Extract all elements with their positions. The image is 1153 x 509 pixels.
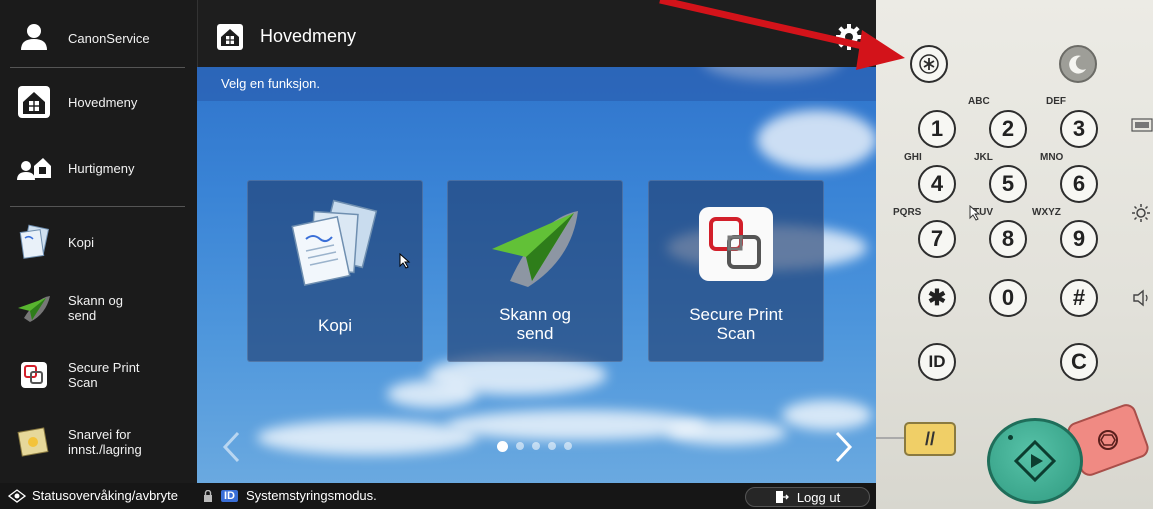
copy-icon (291, 199, 378, 287)
status-eye-icon (8, 488, 26, 503)
page-dot[interactable] (516, 442, 524, 450)
key-star[interactable]: ✱ (918, 279, 956, 317)
brightness-icon[interactable] (1131, 203, 1151, 223)
key-2[interactable]: 2 (989, 110, 1027, 148)
scan-send-icon (492, 211, 578, 287)
sidebar-item-secure-print-scan[interactable]: Secure Print Scan (0, 355, 197, 395)
key-5[interactable]: 5 (989, 165, 1027, 203)
shortcut-icon (17, 427, 49, 457)
key-sleep[interactable] (1059, 45, 1097, 83)
tile-label: Kopi (317, 316, 353, 335)
page-dot[interactable] (548, 442, 556, 450)
sidebar-item-hovedmeny[interactable]: Hovedmeny (0, 82, 197, 122)
sidebar-item-label: Kopi (68, 234, 95, 250)
home-icon (217, 24, 243, 50)
home-icon (18, 86, 50, 118)
key-3[interactable]: 3 (1060, 110, 1098, 148)
key-letters: MNO (1040, 152, 1064, 163)
instruction-bar: Velg en funksjon. (197, 67, 876, 101)
touch-screen: Hovedmeny Velg en funksjon. CanonService (0, 0, 876, 509)
key-0[interactable]: 0 (989, 279, 1027, 317)
key-letters: DEF (1046, 96, 1066, 107)
key-6[interactable]: 6 (1060, 165, 1098, 203)
key-9[interactable]: 9 (1060, 220, 1098, 258)
reset-button[interactable]: // (904, 422, 956, 456)
asterisk-circle-icon (919, 54, 939, 74)
logout-label: Logg ut (796, 489, 841, 505)
tile-label: Skann og send (499, 305, 571, 343)
counter-icon (1131, 118, 1153, 132)
tile-label: Secure Print Scan (689, 305, 783, 343)
quick-menu-icon (17, 158, 51, 180)
sidebar-item-skann-og-send[interactable]: Skann og send (0, 288, 197, 328)
sidebar-item-snarvei[interactable]: Snarvei for innst./lagring (0, 422, 197, 462)
copy-icon (19, 224, 50, 259)
tile-kopi[interactable]: Kopi (247, 180, 423, 362)
secure-print-icon (21, 362, 47, 388)
key-letters: JKL (974, 152, 993, 163)
volume-icon[interactable] (1133, 289, 1153, 307)
sidebar-item-label: Hurtigmeny (68, 160, 135, 176)
logout-button[interactable]: Logg ut (745, 487, 870, 507)
page-dot[interactable] (564, 442, 572, 450)
sidebar-item-label: CanonService (68, 30, 150, 46)
key-id[interactable]: ID (918, 343, 956, 381)
sidebar-item-kopi[interactable]: Kopi (0, 222, 197, 262)
header: Hovedmeny (197, 0, 876, 67)
sidebar: CanonService Hovedmeny Hurtigmeny Kopi S… (0, 0, 197, 483)
scan-send-icon (18, 296, 50, 322)
key-letters: WXYZ (1032, 207, 1061, 218)
sidebar-item-canonservice[interactable]: CanonService (0, 18, 197, 58)
sidebar-item-label: Secure Print Scan (68, 360, 140, 390)
sidebar-item-label: Skann og send (68, 293, 123, 323)
moon-icon (1069, 55, 1086, 74)
system-mode-indicator: ID Systemstyringsmodus. (203, 488, 377, 503)
page-title: Hovedmeny (260, 26, 357, 46)
mouse-cursor-icon (969, 205, 981, 221)
key-1[interactable]: 1 (918, 110, 956, 148)
mouse-cursor-icon (399, 253, 411, 269)
key-letters: PQRS (893, 207, 922, 218)
key-energy-saver[interactable] (910, 45, 948, 83)
start-button[interactable] (987, 418, 1083, 504)
previous-page-arrow[interactable] (220, 430, 244, 464)
next-page-arrow[interactable] (831, 430, 855, 464)
key-clear[interactable]: C (1060, 343, 1098, 381)
stop-icon (1098, 430, 1118, 450)
key-hash[interactable]: # (1060, 279, 1098, 317)
sidebar-item-label: Snarvei for innst./lagring (68, 427, 142, 457)
instruction-text: Velg en funksjon. (221, 76, 321, 91)
page-dot[interactable] (497, 441, 508, 452)
status-monitor-label: Statusovervåking/avbryte (32, 488, 178, 503)
page-dot[interactable] (532, 442, 540, 450)
key-4[interactable]: 4 (918, 165, 956, 203)
tile-secure-print-scan[interactable]: Secure Print Scan (648, 180, 824, 362)
lock-icon (204, 489, 212, 502)
key-7[interactable]: 7 (918, 220, 956, 258)
printer-control-panel: ABC DEF GHI JKL MNO PQRS TUV WXYZ 1 2 3 … (876, 0, 1153, 509)
status-monitor-button[interactable]: Statusovervåking/avbryte (8, 488, 178, 503)
sidebar-item-label: Hovedmeny (68, 94, 138, 110)
secure-print-icon (699, 207, 773, 281)
tile-skann-og-send[interactable]: Skann og send (447, 180, 623, 362)
logout-icon (775, 491, 789, 503)
id-badge: ID (221, 489, 238, 502)
key-8[interactable]: 8 (989, 220, 1027, 258)
system-mode-label: Systemstyringsmodus. (246, 488, 377, 503)
key-letters: GHI (904, 152, 922, 163)
key-letters: ABC (968, 96, 990, 107)
sidebar-item-hurtigmeny[interactable]: Hurtigmeny (0, 148, 197, 188)
page-indicator[interactable] (497, 441, 572, 452)
start-icon (1013, 439, 1057, 483)
gear-icon[interactable] (834, 22, 864, 52)
user-icon (21, 24, 47, 50)
